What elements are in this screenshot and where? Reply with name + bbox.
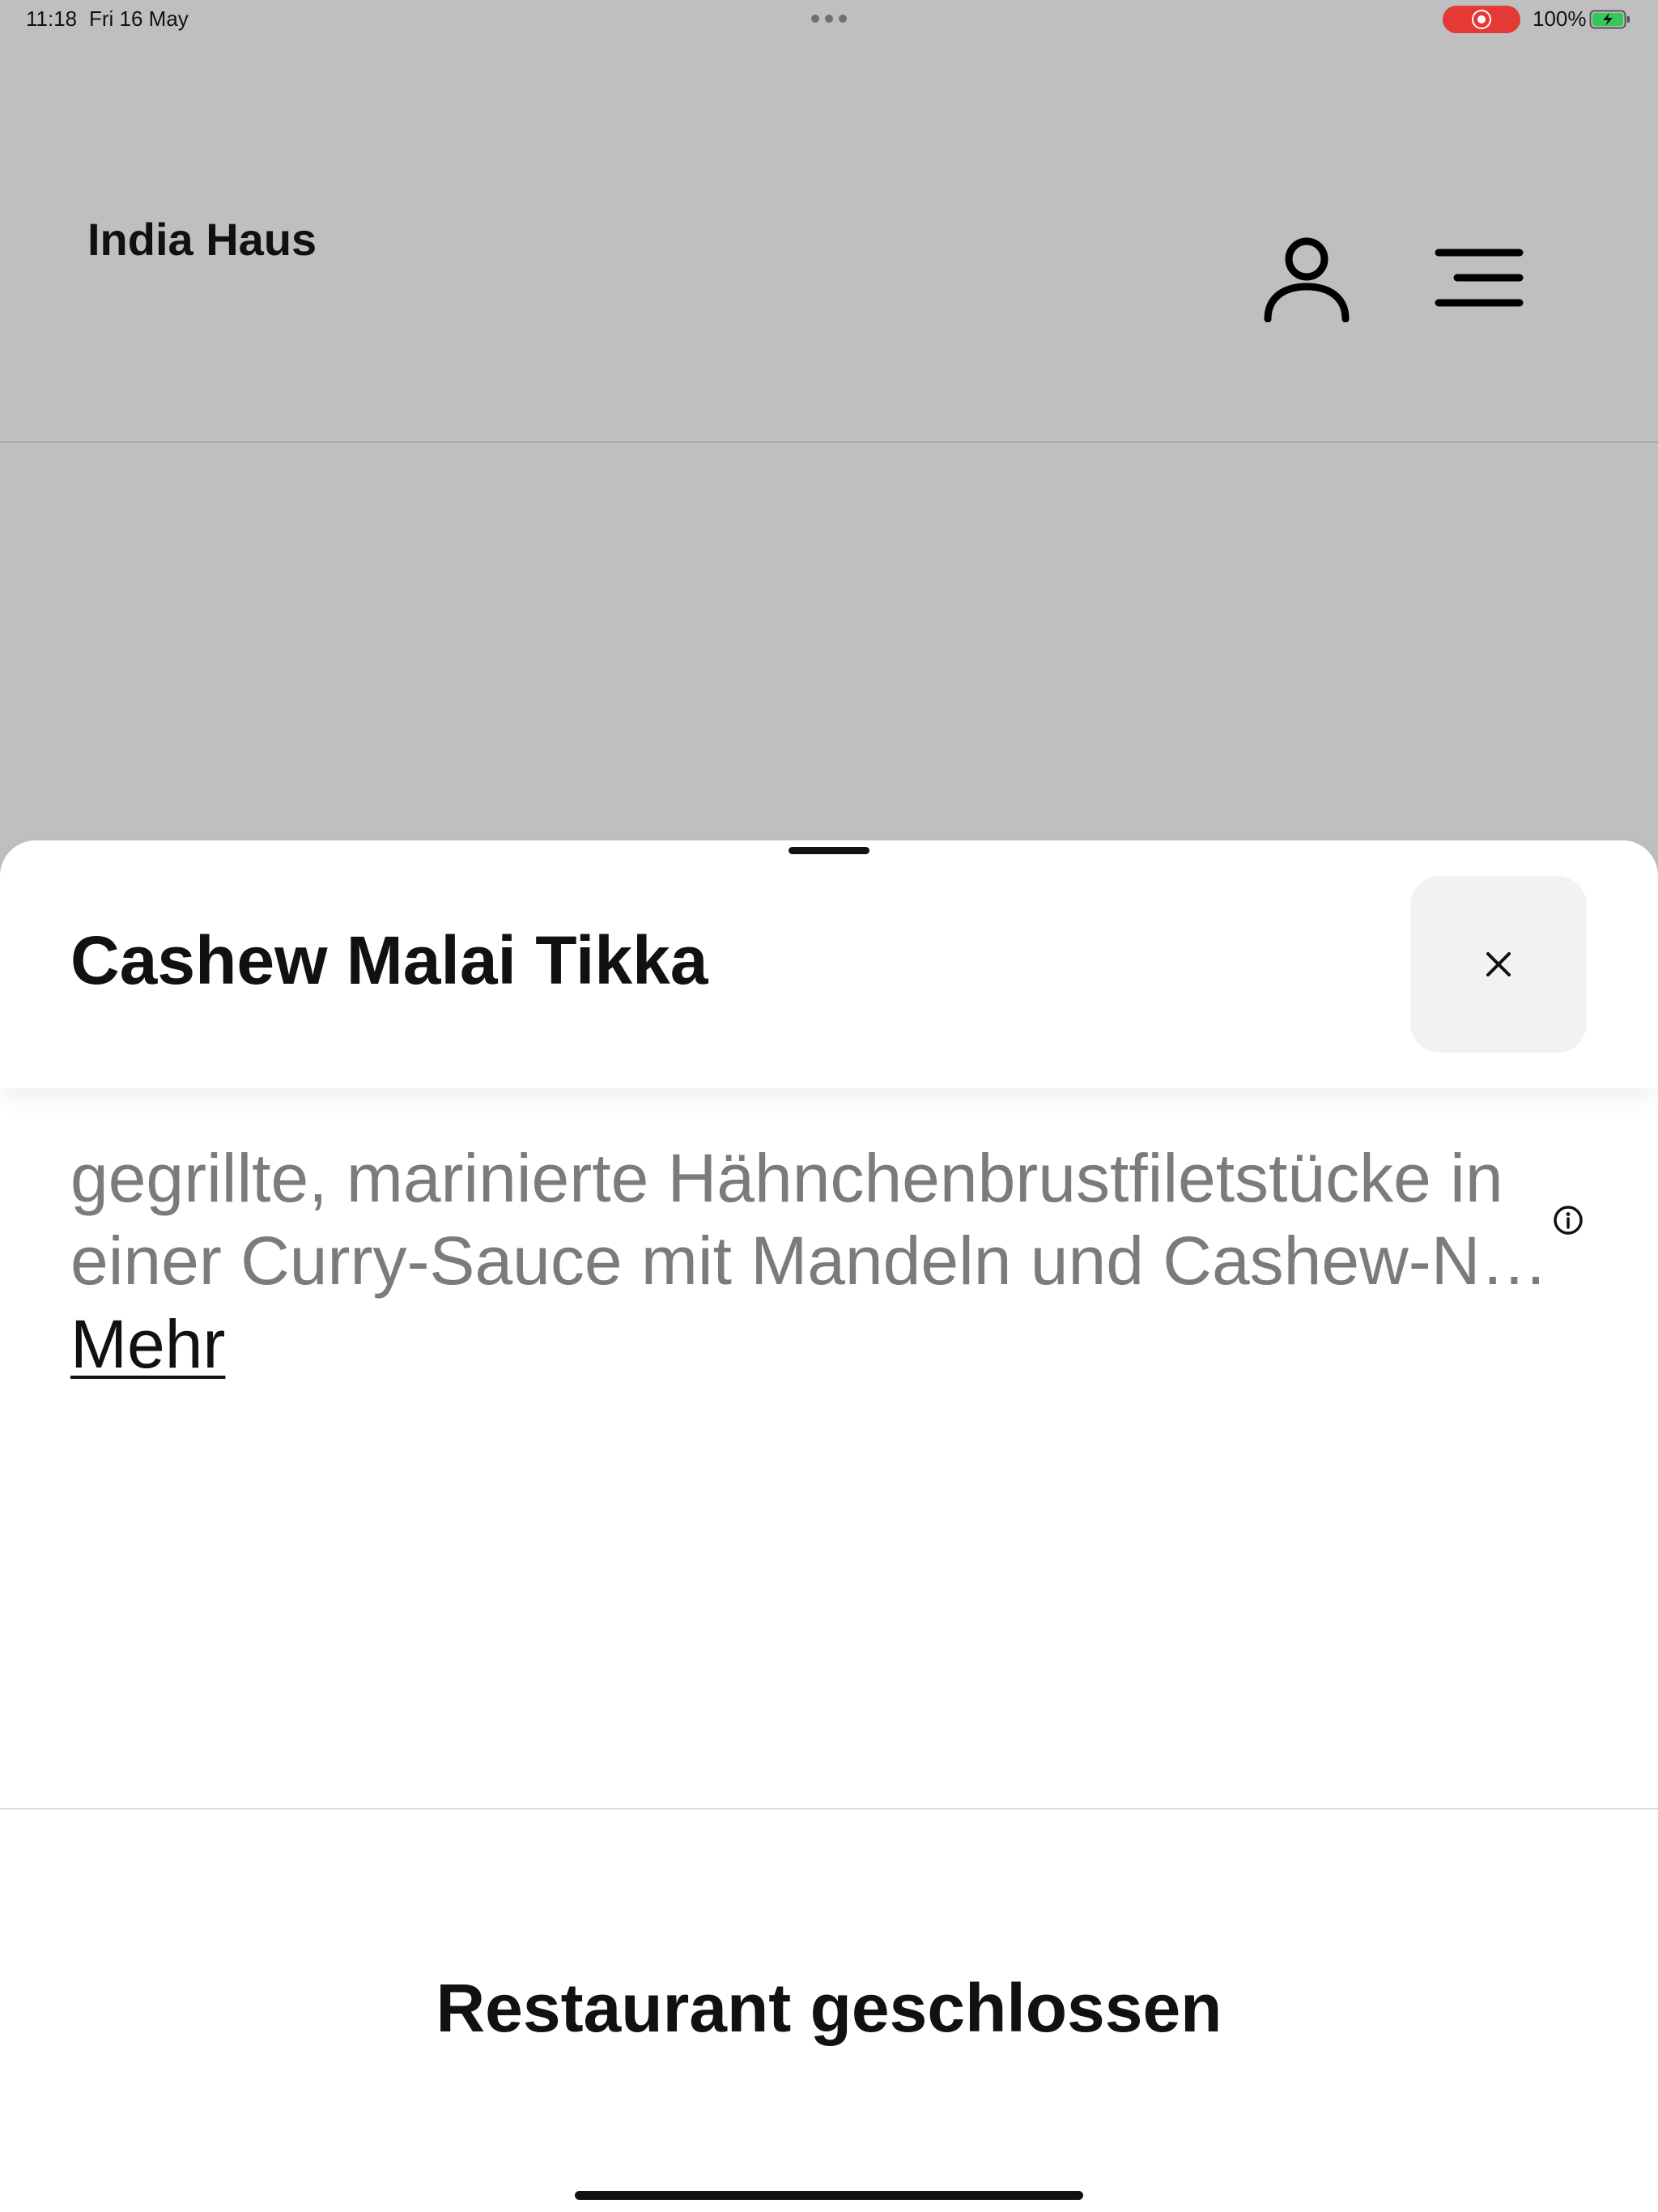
battery-icon [1589, 10, 1630, 29]
restaurant-title[interactable]: India Haus [87, 213, 317, 266]
home-indicator[interactable] [575, 2191, 1083, 2200]
screen-recording-indicator[interactable] [1443, 6, 1520, 33]
description-line: einer Curry-Sauce mit Mandeln und Cashew… [70, 1223, 1549, 1299]
record-icon [1472, 10, 1491, 29]
close-icon [1486, 952, 1511, 976]
user-icon[interactable] [1261, 232, 1352, 322]
dish-description: gegrillte, marinierte Hähnchenbrustfilet… [70, 1137, 1560, 1302]
status-bar: 11:18 Fri 16 May 100% [0, 0, 1658, 39]
status-time: 11:18 [26, 6, 78, 31]
more-link[interactable]: Mehr [70, 1305, 225, 1384]
menu-icon[interactable] [1435, 248, 1524, 308]
close-button[interactable] [1410, 876, 1587, 1053]
footer-divider [0, 1808, 1658, 1810]
sheet-header: Cashew Malai Tikka [0, 840, 1658, 1088]
multitasking-dots-icon[interactable] [811, 15, 847, 23]
description-line: gegrillte, marinierte Hähnchenbrustfilet… [70, 1140, 1503, 1216]
dish-title: Cashew Malai Tikka [70, 922, 708, 998]
sheet-drag-handle[interactable] [789, 847, 869, 854]
status-date: Fri 16 May [89, 6, 189, 31]
battery-percent: 100% [1533, 6, 1587, 31]
app-header: India Haus [0, 39, 1658, 443]
restaurant-closed-status: Restaurant geschlossen [436, 1970, 1222, 2046]
info-icon[interactable] [1553, 1205, 1584, 1236]
